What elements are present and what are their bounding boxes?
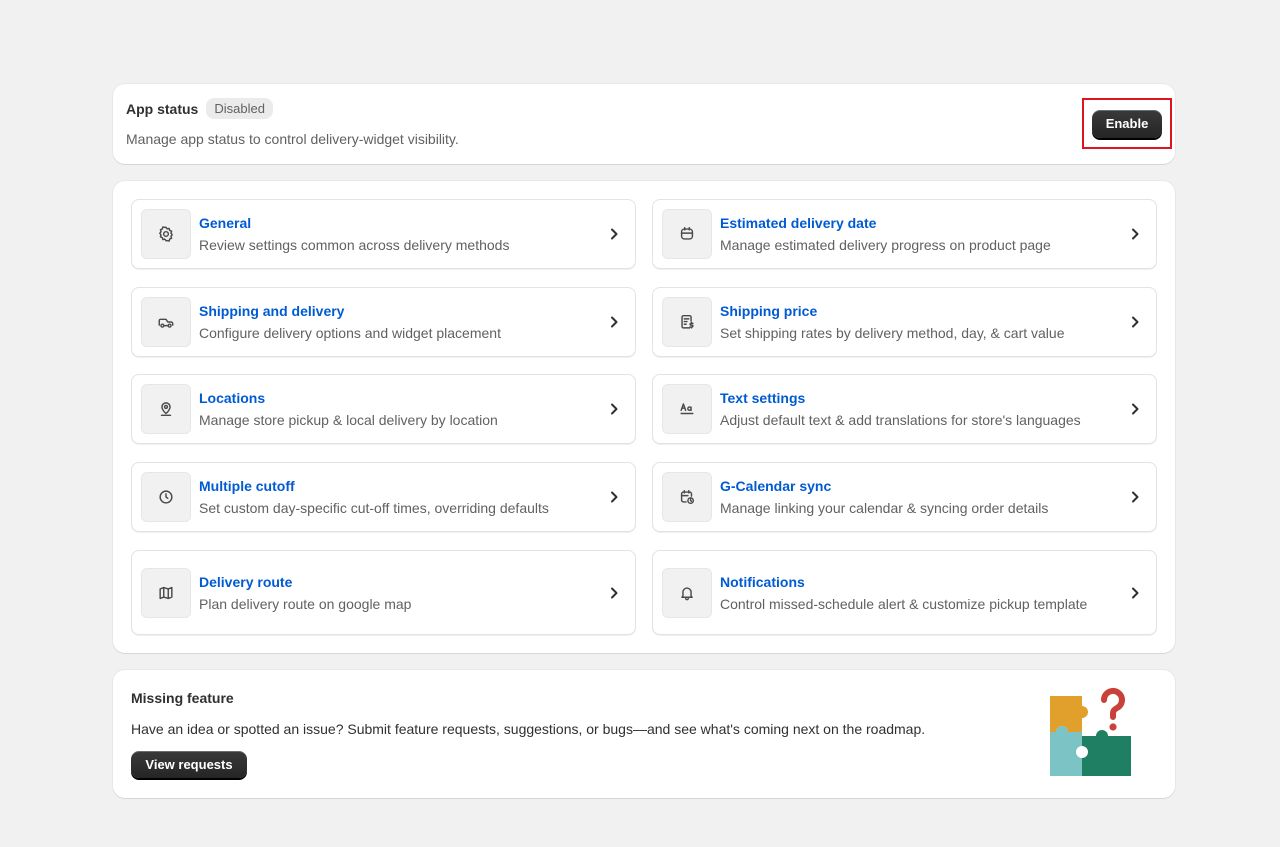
chevron-right-icon	[607, 227, 621, 241]
settings-item-title: Delivery route	[199, 573, 293, 590]
settings-item-title: Notifications	[720, 573, 805, 590]
bell-icon	[662, 567, 712, 618]
settings-item-description: Configure delivery options and widget pl…	[199, 325, 501, 341]
text-format-icon	[662, 384, 712, 434]
clock-icon	[141, 472, 191, 522]
settings-item-title: Estimated delivery date	[720, 215, 877, 231]
settings-item-delivery-route[interactable]: Delivery route Plan delivery route on go…	[131, 550, 636, 635]
app-status-title: App status	[126, 100, 199, 117]
chevron-right-icon	[607, 490, 621, 504]
settings-item-text: Locations Manage store pickup & local de…	[199, 387, 599, 431]
settings-item-estimated-delivery-date[interactable]: Estimated delivery date Manage estimated…	[652, 199, 1157, 269]
gear-icon	[141, 209, 191, 259]
settings-item-multiple-cutoff[interactable]: Multiple cutoff Set custom day-specific …	[131, 462, 636, 532]
enable-highlight-box: Enable	[1082, 98, 1172, 149]
settings-item-text: Notifications Control missed-schedule al…	[720, 571, 1120, 615]
puzzle-question-illustration	[1050, 687, 1131, 776]
settings-item-description: Set shipping rates by delivery method, d…	[720, 325, 1065, 341]
settings-item-description: Adjust default text & add translations f…	[720, 412, 1081, 428]
settings-item-description: Control missed-schedule alert & customiz…	[720, 595, 1088, 612]
settings-card: General Review settings common across de…	[113, 181, 1175, 653]
missing-feature-description: Have an idea or spotted an issue? Submit…	[131, 721, 926, 737]
settings-item-shipping-price[interactable]: Shipping price Set shipping rates by del…	[652, 287, 1157, 357]
settings-item-text: Shipping price Set shipping rates by del…	[720, 300, 1120, 344]
chevron-right-icon	[607, 402, 621, 416]
chevron-right-icon	[1128, 490, 1142, 504]
enable-button[interactable]: Enable	[1092, 109, 1162, 138]
settings-item-description: Plan delivery route on google map	[199, 595, 412, 612]
calendar-icon	[662, 209, 712, 259]
settings-item-title: G-Calendar sync	[720, 478, 832, 494]
view-requests-button[interactable]: View requests	[131, 751, 247, 778]
settings-item-shipping-and-delivery[interactable]: Shipping and delivery Configure delivery…	[131, 287, 636, 357]
missing-feature-title: Missing feature	[131, 690, 234, 706]
truck-icon	[141, 297, 191, 347]
settings-item-title: Shipping price	[720, 303, 818, 319]
receipt-dollar-icon	[662, 297, 712, 347]
settings-item-description: Set custom day-specific cut-off times, o…	[199, 500, 549, 516]
app-status-card: App status Disabled Manage app status to…	[113, 84, 1175, 164]
calendar-sync-icon	[662, 472, 712, 522]
chevron-right-icon	[607, 315, 621, 329]
settings-item-title: Multiple cutoff	[199, 478, 295, 494]
settings-item-title: Locations	[199, 390, 266, 406]
settings-item-g-calendar-sync[interactable]: G-Calendar sync Manage linking your cale…	[652, 462, 1157, 532]
settings-item-description: Manage store pickup & local delivery by …	[199, 412, 498, 428]
map-icon	[141, 567, 191, 618]
chevron-right-icon	[1128, 402, 1142, 416]
settings-item-text: General Review settings common across de…	[199, 212, 599, 256]
chevron-right-icon	[1128, 315, 1142, 329]
settings-item-text: Multiple cutoff Set custom day-specific …	[199, 475, 599, 519]
missing-feature-card: Missing feature Have an idea or spotted …	[113, 670, 1175, 798]
settings-item-description: Manage linking your calendar & syncing o…	[720, 500, 1049, 516]
settings-item-description: Manage estimated delivery progress on pr…	[720, 237, 1051, 253]
settings-item-text-settings[interactable]: Text settings Adjust default text & add …	[652, 374, 1157, 444]
chevron-right-icon	[1128, 227, 1142, 241]
settings-item-text: Shipping and delivery Configure delivery…	[199, 300, 599, 344]
settings-item-text: Estimated delivery date Manage estimated…	[720, 212, 1120, 256]
location-pin-icon	[141, 384, 191, 434]
settings-item-title: General	[199, 215, 252, 231]
app-status-header: App status Disabled	[126, 98, 273, 119]
app-status-description: Manage app status to control delivery-wi…	[126, 131, 459, 147]
settings-item-text: G-Calendar sync Manage linking your cale…	[720, 475, 1120, 519]
settings-item-description: Review settings common across delivery m…	[199, 237, 510, 253]
chevron-right-icon	[1128, 586, 1142, 600]
settings-item-title: Text settings	[720, 390, 806, 406]
settings-item-general[interactable]: General Review settings common across de…	[131, 199, 636, 269]
settings-item-text: Delivery route Plan delivery route on go…	[199, 571, 599, 615]
settings-item-title: Shipping and delivery	[199, 303, 345, 319]
status-badge: Disabled	[206, 98, 273, 119]
settings-item-notifications[interactable]: Notifications Control missed-schedule al…	[652, 550, 1157, 635]
chevron-right-icon	[607, 586, 621, 600]
settings-item-text: Text settings Adjust default text & add …	[720, 387, 1120, 431]
settings-item-locations[interactable]: Locations Manage store pickup & local de…	[131, 374, 636, 444]
